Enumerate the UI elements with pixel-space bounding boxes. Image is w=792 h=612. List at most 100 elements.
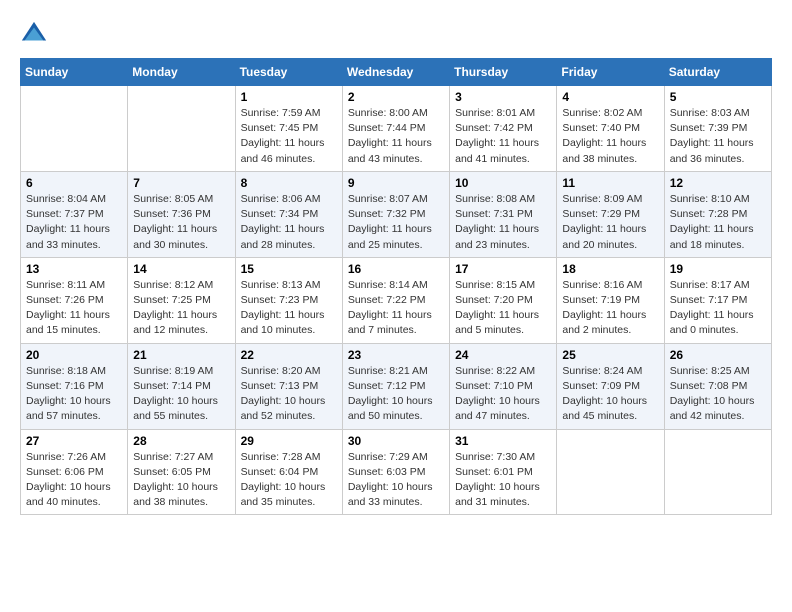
day-number: 10 xyxy=(455,176,551,190)
day-detail: Sunrise: 8:19 AMSunset: 7:14 PMDaylight:… xyxy=(133,364,229,425)
day-cell: 27 Sunrise: 7:26 AMSunset: 6:06 PMDayligh… xyxy=(21,429,128,515)
day-cell: 14 Sunrise: 8:12 AMSunset: 7:25 PMDayligh… xyxy=(128,257,235,343)
day-cell: 1Sunrise: 7:59 AMSunset: 7:45 PMDaylight… xyxy=(235,86,342,172)
week-row: 20 Sunrise: 8:18 AMSunset: 7:16 PMDayligh… xyxy=(21,343,772,429)
day-number: 19 xyxy=(670,262,766,276)
week-row: 13Sunrise: 8:11 AMSunset: 7:26 PMDayligh… xyxy=(21,257,772,343)
day-cell: 6 Sunrise: 8:04 AMSunset: 7:37 PMDaylight… xyxy=(21,171,128,257)
day-number: 18 xyxy=(562,262,658,276)
day-number: 22 xyxy=(241,348,337,362)
day-detail: Sunrise: 8:16 AMSunset: 7:19 PMDaylight:… xyxy=(562,278,658,339)
day-number: 6 xyxy=(26,176,122,190)
day-detail: Sunrise: 7:26 AMSunset: 6:06 PMDaylight:… xyxy=(26,450,122,511)
day-detail: Sunrise: 8:21 AMSunset: 7:12 PMDaylight:… xyxy=(348,364,444,425)
day-cell: 19 Sunrise: 8:17 AMSunset: 7:17 PMDayligh… xyxy=(664,257,771,343)
day-detail: Sunrise: 7:30 AMSunset: 6:01 PMDaylight:… xyxy=(455,450,551,511)
day-cell: 26Sunrise: 8:25 AMSunset: 7:08 PMDayligh… xyxy=(664,343,771,429)
day-detail: Sunrise: 8:20 AMSunset: 7:13 PMDaylight:… xyxy=(241,364,337,425)
day-detail: Sunrise: 8:09 AMSunset: 7:29 PMDaylight:… xyxy=(562,192,658,253)
day-number: 17 xyxy=(455,262,551,276)
header-row: SundayMondayTuesdayWednesdayThursdayFrid… xyxy=(21,59,772,86)
day-number: 4 xyxy=(562,90,658,104)
day-detail: Sunrise: 7:29 AMSunset: 6:03 PMDaylight:… xyxy=(348,450,444,511)
day-cell: 18 Sunrise: 8:16 AMSunset: 7:19 PMDayligh… xyxy=(557,257,664,343)
day-cell: 15Sunrise: 8:13 AMSunset: 7:23 PMDayligh… xyxy=(235,257,342,343)
col-header-saturday: Saturday xyxy=(664,59,771,86)
day-cell: 3Sunrise: 8:01 AMSunset: 7:42 PMDaylight… xyxy=(450,86,557,172)
day-number: 15 xyxy=(241,262,337,276)
day-detail: Sunrise: 8:18 AMSunset: 7:16 PMDaylight:… xyxy=(26,364,122,425)
day-number: 9 xyxy=(348,176,444,190)
day-number: 2 xyxy=(348,90,444,104)
page-header xyxy=(20,20,772,48)
day-detail: Sunrise: 7:27 AMSunset: 6:05 PMDaylight:… xyxy=(133,450,229,511)
col-header-friday: Friday xyxy=(557,59,664,86)
day-cell xyxy=(21,86,128,172)
day-cell: 30 Sunrise: 7:29 AMSunset: 6:03 PMDayligh… xyxy=(342,429,449,515)
day-cell xyxy=(664,429,771,515)
day-number: 7 xyxy=(133,176,229,190)
day-cell: 9 Sunrise: 8:07 AMSunset: 7:32 PMDaylight… xyxy=(342,171,449,257)
day-cell: 8 Sunrise: 8:06 AMSunset: 7:34 PMDaylight… xyxy=(235,171,342,257)
day-detail: Sunrise: 7:28 AMSunset: 6:04 PMDaylight:… xyxy=(241,450,337,511)
col-header-tuesday: Tuesday xyxy=(235,59,342,86)
day-cell: 10 Sunrise: 8:08 AMSunset: 7:31 PMDayligh… xyxy=(450,171,557,257)
day-number: 25 xyxy=(562,348,658,362)
day-number: 24 xyxy=(455,348,551,362)
day-cell: 31 Sunrise: 7:30 AMSunset: 6:01 PMDayligh… xyxy=(450,429,557,515)
week-row: 27 Sunrise: 7:26 AMSunset: 6:06 PMDayligh… xyxy=(21,429,772,515)
week-row: 1Sunrise: 7:59 AMSunset: 7:45 PMDaylight… xyxy=(21,86,772,172)
day-detail: Sunrise: 8:22 AMSunset: 7:10 PMDaylight:… xyxy=(455,364,551,425)
day-detail: Sunrise: 7:59 AMSunset: 7:45 PMDaylight:… xyxy=(241,106,337,167)
day-number: 14 xyxy=(133,262,229,276)
day-number: 27 xyxy=(26,434,122,448)
day-detail: Sunrise: 8:02 AMSunset: 7:40 PMDaylight:… xyxy=(562,106,658,167)
day-number: 11 xyxy=(562,176,658,190)
day-detail: Sunrise: 8:15 AMSunset: 7:20 PMDaylight:… xyxy=(455,278,551,339)
day-cell: 12 Sunrise: 8:10 AMSunset: 7:28 PMDayligh… xyxy=(664,171,771,257)
day-cell: 24 Sunrise: 8:22 AMSunset: 7:10 PMDayligh… xyxy=(450,343,557,429)
calendar-table: SundayMondayTuesdayWednesdayThursdayFrid… xyxy=(20,58,772,515)
day-detail: Sunrise: 8:24 AMSunset: 7:09 PMDaylight:… xyxy=(562,364,658,425)
day-detail: Sunrise: 8:17 AMSunset: 7:17 PMDaylight:… xyxy=(670,278,766,339)
day-cell: 11 Sunrise: 8:09 AMSunset: 7:29 PMDayligh… xyxy=(557,171,664,257)
day-cell: 13Sunrise: 8:11 AMSunset: 7:26 PMDayligh… xyxy=(21,257,128,343)
day-number: 23 xyxy=(348,348,444,362)
day-detail: Sunrise: 8:07 AMSunset: 7:32 PMDaylight:… xyxy=(348,192,444,253)
day-number: 12 xyxy=(670,176,766,190)
day-cell: 29 Sunrise: 7:28 AMSunset: 6:04 PMDayligh… xyxy=(235,429,342,515)
day-detail: Sunrise: 8:12 AMSunset: 7:25 PMDaylight:… xyxy=(133,278,229,339)
day-detail: Sunrise: 8:06 AMSunset: 7:34 PMDaylight:… xyxy=(241,192,337,253)
day-number: 13 xyxy=(26,262,122,276)
logo-icon xyxy=(20,20,48,48)
day-cell: 5 Sunrise: 8:03 AMSunset: 7:39 PMDaylight… xyxy=(664,86,771,172)
day-number: 29 xyxy=(241,434,337,448)
day-cell: 17 Sunrise: 8:15 AMSunset: 7:20 PMDayligh… xyxy=(450,257,557,343)
day-detail: Sunrise: 8:01 AMSunset: 7:42 PMDaylight:… xyxy=(455,106,551,167)
day-cell: 22 Sunrise: 8:20 AMSunset: 7:13 PMDayligh… xyxy=(235,343,342,429)
day-detail: Sunrise: 8:10 AMSunset: 7:28 PMDaylight:… xyxy=(670,192,766,253)
day-cell: 25 Sunrise: 8:24 AMSunset: 7:09 PMDayligh… xyxy=(557,343,664,429)
col-header-sunday: Sunday xyxy=(21,59,128,86)
day-detail: Sunrise: 8:25 AMSunset: 7:08 PMDaylight:… xyxy=(670,364,766,425)
day-number: 30 xyxy=(348,434,444,448)
day-detail: Sunrise: 8:03 AMSunset: 7:39 PMDaylight:… xyxy=(670,106,766,167)
day-number: 21 xyxy=(133,348,229,362)
day-detail: Sunrise: 8:00 AMSunset: 7:44 PMDaylight:… xyxy=(348,106,444,167)
logo xyxy=(20,20,52,48)
day-number: 5 xyxy=(670,90,766,104)
day-number: 20 xyxy=(26,348,122,362)
day-number: 8 xyxy=(241,176,337,190)
day-detail: Sunrise: 8:14 AMSunset: 7:22 PMDaylight:… xyxy=(348,278,444,339)
day-cell xyxy=(128,86,235,172)
col-header-monday: Monday xyxy=(128,59,235,86)
day-detail: Sunrise: 8:05 AMSunset: 7:36 PMDaylight:… xyxy=(133,192,229,253)
day-cell: 20 Sunrise: 8:18 AMSunset: 7:16 PMDayligh… xyxy=(21,343,128,429)
day-detail: Sunrise: 8:04 AMSunset: 7:37 PMDaylight:… xyxy=(26,192,122,253)
day-cell: 4 Sunrise: 8:02 AMSunset: 7:40 PMDaylight… xyxy=(557,86,664,172)
col-header-thursday: Thursday xyxy=(450,59,557,86)
day-cell: 21 Sunrise: 8:19 AMSunset: 7:14 PMDayligh… xyxy=(128,343,235,429)
day-detail: Sunrise: 8:08 AMSunset: 7:31 PMDaylight:… xyxy=(455,192,551,253)
day-number: 31 xyxy=(455,434,551,448)
day-cell: 16Sunrise: 8:14 AMSunset: 7:22 PMDayligh… xyxy=(342,257,449,343)
